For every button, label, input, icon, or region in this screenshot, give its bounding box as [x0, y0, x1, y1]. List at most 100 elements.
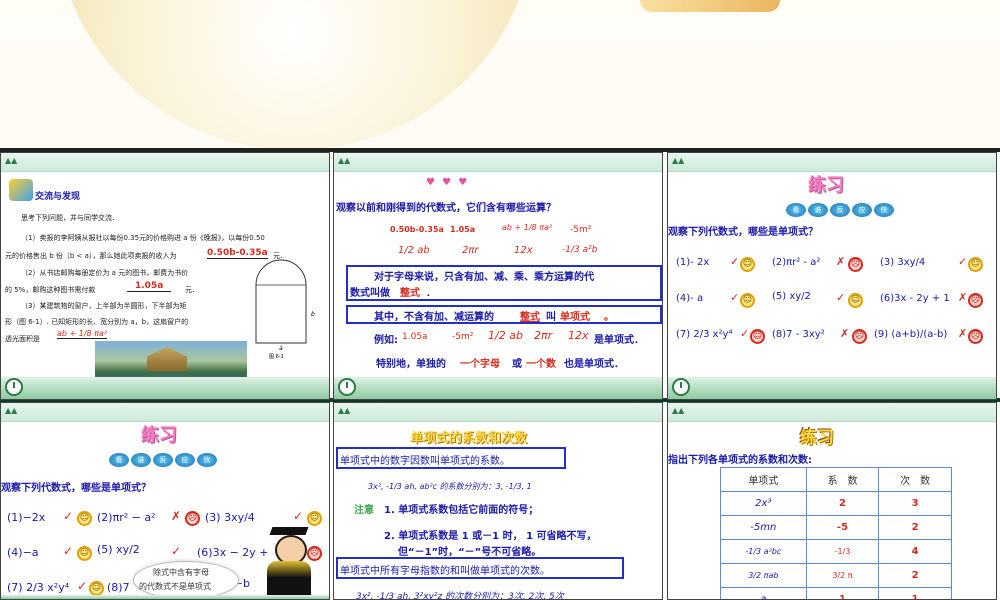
section-title: 交流与发现 [35, 192, 81, 202]
definition-coefficient: 单项式中的数字因数叫单项式的系数。 [340, 456, 510, 467]
expression: 12x [514, 245, 533, 256]
exercise-item: (2)πr² - a² [772, 257, 821, 268]
problem-3-line-1: （3）某建筑物的窗户，上半部为半圆形，下半部为矩 [21, 302, 187, 310]
definition-2-end: 。 [604, 312, 614, 323]
problem-1-line-2: 元的价格售出 b 份（b < a），那么她此项卖报的收入为 [5, 252, 177, 260]
expression: 0.50b-0.35a [390, 225, 444, 234]
cross-mark-icon: ✗ [958, 291, 968, 304]
cross-mark-icon: ✗ [836, 255, 846, 268]
exercise-item: (8)7 - 3xy² [772, 329, 825, 340]
slide-footer [1, 377, 329, 399]
intro-text: 思考下列问题，并与同学交流． [21, 214, 119, 222]
definition-1-line-1: 对于字母来说，只含有加、减、乘、乘方运算的代 [374, 272, 594, 283]
logo-icon: ▲▲ [5, 156, 18, 165]
problem-2-answer: 1.05a [127, 281, 172, 292]
exercise-item: (8)7 [107, 581, 130, 594]
slide-footer [668, 377, 996, 399]
frown-icon: ☹ [852, 329, 867, 344]
logo-icon: ▲▲ [5, 406, 18, 415]
check-mark-icon: ✓ [730, 291, 740, 304]
example-label: 例如: [374, 335, 398, 346]
table-row: 2x³ 2 3 [720, 491, 952, 516]
slide-title: 单项式的系数和次数 [410, 431, 528, 446]
note-2-line-2: 但“－1”时，“－”号不可省略。 [398, 547, 542, 558]
problem-2-unit: 元． [185, 286, 199, 294]
smile-icon: ☺ [89, 581, 104, 596]
definition-1-term: 整式 [400, 288, 420, 299]
example-item: 1/2 ab [488, 329, 523, 342]
slide-thumbnail-3[interactable]: ▲▲ 练习 看 谁 反 应 快 观察下列代数式，哪些是单项式？ (1)- 2x … [667, 152, 997, 400]
badge-icon: 看 [109, 453, 129, 467]
note-label: 注意 [354, 505, 374, 516]
window-figure [255, 259, 307, 344]
definition-1-end: ． [426, 288, 436, 299]
slide-thumbnail-6[interactable]: ▲▲ 练习 指出下列各单项式的系数和次数: 单项式 系 数 次 数 2x³ 2 … [667, 402, 997, 600]
badge-icon: 反 [153, 453, 173, 467]
table-header-cell: 次 数 [878, 467, 952, 492]
slide-thumbnail-4[interactable]: ▲▲ 练习 看 谁 反 应 快 观察下列代数式，哪些是单项式？ (1)−2x ✓… [0, 402, 330, 600]
table-cell: 3/2 π [805, 563, 880, 588]
definition-2-term-2: 单项式 [560, 312, 590, 323]
smile-icon: ☺ [77, 511, 92, 526]
check-mark-icon: ✓ [293, 509, 304, 523]
exercise-item: (9) (a+b)/(a-b) [874, 329, 948, 340]
smile-icon: ☺ [307, 511, 322, 526]
slide-thumbnail-1[interactable]: ▲▲ 交流与发现 思考下列问题，并与同学交流． （1）卖报的李阿姨从报社以每份0… [0, 152, 330, 400]
table-cell: 2 [878, 563, 952, 588]
logo-icon: ▲▲ [338, 156, 351, 165]
hearts-decoration: ♥ ♥ ♥ [426, 177, 470, 188]
table-row: a 1 1 [720, 587, 952, 599]
exercise-item: (3) 3xy/4 [205, 511, 255, 524]
problem-2-line-1: （2）从书店邮购每册定价为 a 元的图书，邮费为书价 [21, 269, 189, 277]
table-row: -5mn -5 2 [720, 515, 952, 540]
slide-header: ▲▲ [1, 403, 329, 422]
special-note-prefix: 特别地，单独的 [376, 359, 446, 370]
question-text: 观察以前和刚得到的代数式，它们含有哪些运算？ [336, 203, 556, 214]
table-cell: -1/3 [805, 539, 880, 564]
slide-header: ▲▲ [668, 153, 996, 172]
table-cell: 2 [878, 515, 952, 540]
speech-bubble-line-2: 的代数式不是单项式 [139, 582, 211, 591]
degree-example: 3x², -1/3 ah, 3²xy²z 的次数分别为：3次, 2次, 5次 [356, 592, 564, 600]
badge-icon: 应 [852, 203, 872, 217]
title-fragment-decoration [640, 0, 780, 12]
table-cell: 3/2 πab [720, 563, 807, 588]
exercise-item: (1)−2x [7, 511, 46, 524]
badge-icon: 快 [197, 453, 217, 467]
figure-label-b: b [311, 311, 315, 318]
smile-icon: ☺ [968, 257, 983, 272]
exercise-item: (7) 2/3 x²y⁴ [676, 329, 733, 340]
definition-degree: 单项式中所有字母指数的和叫做单项式的次数。 [340, 566, 550, 577]
special-note-mid: 或 [512, 359, 522, 370]
expression: 1/2 ab [398, 245, 430, 256]
cross-mark-icon: ✗ [171, 509, 182, 523]
table-row: 3/2 πab 3/2 π 2 [720, 563, 952, 588]
note-2-line-1: 2. 单项式系数是 1 或－1 时， 1 可省略不写， [384, 531, 597, 542]
exercise-item: (3) 3xy/4 [880, 257, 926, 268]
exercise-item: (6)3x - 2y + 1 [880, 293, 950, 304]
table-cell: -5mn [720, 515, 807, 540]
check-mark-icon: ✓ [958, 255, 968, 268]
check-mark-icon: ✓ [730, 255, 740, 268]
slide-thumbnail-5[interactable]: ▲▲ 单项式的系数和次数 单项式中的数字因数叫单项式的系数。 3x², -1/3… [333, 402, 663, 600]
expression: 2πr [462, 245, 479, 256]
slide-header: ▲▲ [334, 403, 662, 422]
badge-icon: 应 [175, 453, 195, 467]
figure-label-a: a [279, 345, 283, 352]
clock-icon [5, 378, 23, 396]
logo-icon: ▲▲ [672, 406, 685, 415]
special-note-term-2: 一个数 [526, 359, 556, 370]
frown-icon: ☹ [968, 293, 983, 308]
check-mark-icon: ✓ [63, 509, 74, 523]
table-header-cell: 系 数 [805, 467, 880, 492]
problem-1-line-1: （1）卖报的李阿姨从报社以每份0.35元的价格购进 a 份《晚报》，以每份0.5… [21, 234, 265, 242]
coefficient-example: 3x², -1/3 ah, ab²c 的系数分别为：3, -1/3, 1 [368, 482, 532, 491]
problem-2-line-2: 的 5%，邮购这种图书需付款 [5, 286, 96, 294]
slide-thumbnail-2[interactable]: ▲▲ ♥ ♥ ♥ 观察以前和刚得到的代数式，它们含有哪些运算？ 0.50b-0.… [333, 152, 663, 400]
table-cell: a [720, 587, 807, 599]
badge-icon: 谁 [131, 453, 151, 467]
table-cell: -5 [805, 515, 880, 540]
definition-1-line-2: 数式叫做 [350, 288, 390, 299]
frown-icon: ☺ [750, 329, 765, 344]
exercise-item: (1)- 2x [676, 257, 710, 268]
